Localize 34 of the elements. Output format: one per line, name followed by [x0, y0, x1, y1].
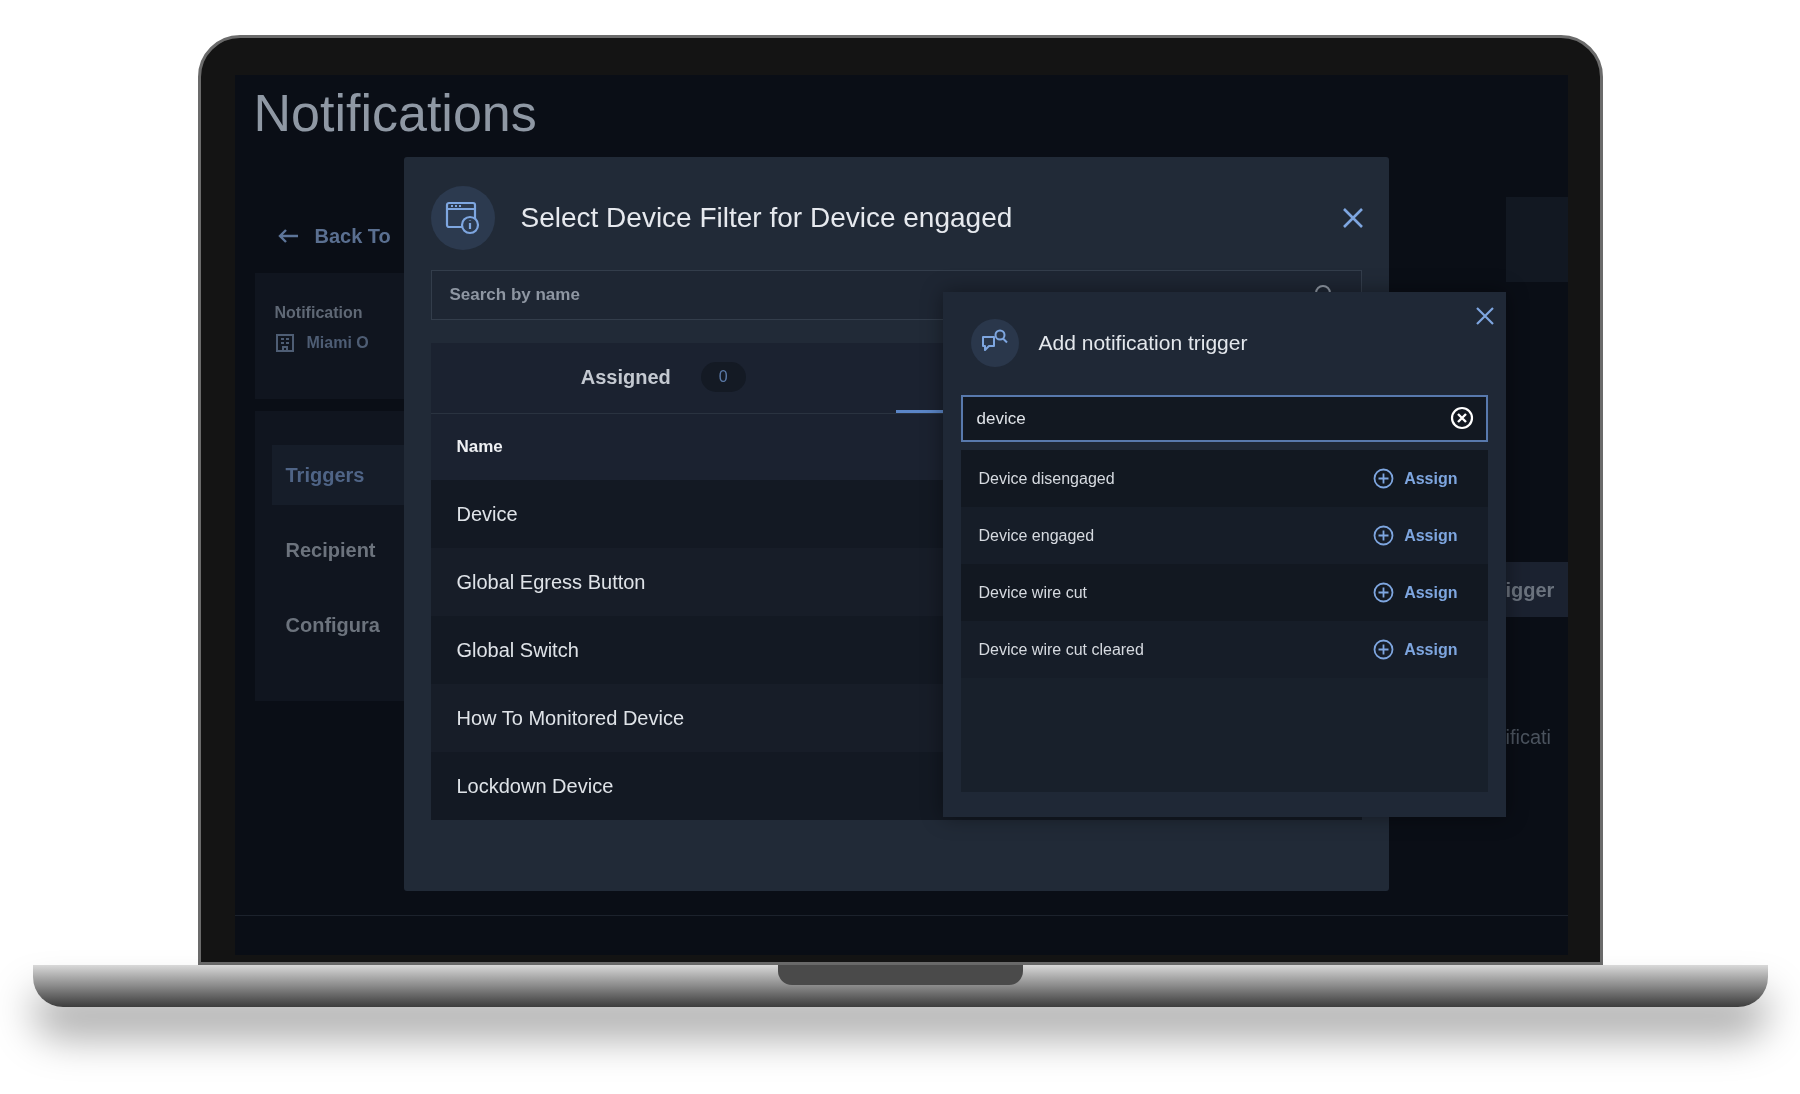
trigger-name: Device wire cut cleared — [978, 639, 1144, 660]
tab-label: Assigned — [580, 364, 671, 390]
table-cell-text: How To Monitored Device — [456, 706, 684, 731]
building-icon — [274, 333, 295, 353]
close-icon[interactable] — [1475, 307, 1494, 325]
count-badge: 0 — [700, 361, 746, 392]
plus-circle-icon — [1373, 582, 1395, 603]
table-cell-text: Device — [456, 502, 518, 527]
trigger-name: Device engaged — [978, 525, 1095, 546]
close-icon[interactable] — [1341, 207, 1364, 229]
dialog-title: Add notification trigger — [1038, 330, 1248, 357]
table-cell-text: Global Switch — [456, 638, 579, 663]
table-cell-text: Global Egress Button — [456, 570, 646, 595]
table-cell-text: Lockdown Device — [456, 774, 614, 799]
dialog-title: Select Device Filter for Device engaged — [520, 201, 1013, 235]
plus-circle-icon — [1373, 639, 1395, 660]
plus-circle-icon — [1373, 525, 1395, 546]
trigger-name: Device wire cut — [978, 582, 1087, 603]
back-arrow-icon — [276, 228, 299, 244]
back-link[interactable]: Back To — [314, 221, 391, 251]
page-title: Notifications — [252, 83, 538, 144]
clear-icon[interactable] — [1449, 406, 1474, 430]
assign-button[interactable]: Assign — [1373, 637, 1458, 662]
assign-button[interactable]: Assign — [1373, 466, 1458, 491]
trigger-name: Device disengaged — [978, 468, 1115, 489]
site-name: Miami O — [306, 333, 369, 353]
column-header: Name — [456, 436, 503, 459]
assign-button[interactable]: Assign — [1373, 580, 1458, 605]
card-label: Notification — [274, 303, 364, 323]
chat-search-icon — [970, 319, 1019, 367]
search-field[interactable]: device — [960, 395, 1488, 442]
panel-text: ificati — [1505, 725, 1553, 750]
plus-circle-icon — [1373, 468, 1395, 489]
assign-button[interactable]: Assign — [1373, 523, 1458, 548]
